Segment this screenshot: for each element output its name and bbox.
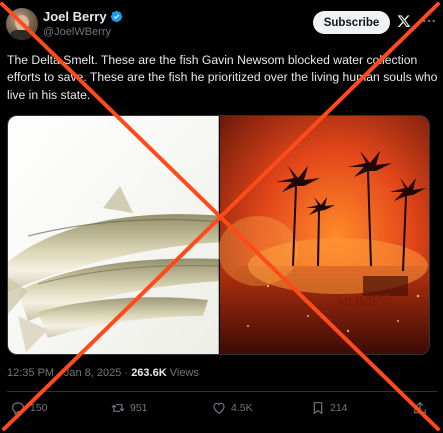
divider [7, 391, 437, 392]
heart-icon [213, 402, 225, 415]
author-handle[interactable]: @JoelWBerry [43, 26, 123, 38]
media-svg: HUMPS [8, 116, 429, 354]
verified-badge-icon [110, 10, 122, 23]
repost-button[interactable]: 951 [110, 400, 148, 416]
avatar-face [15, 15, 29, 31]
share-icon [414, 401, 426, 414]
tweet-date[interactable]: Jan 8, 2025 [64, 367, 122, 379]
action-bar: 150 951 4.5K 214 [0, 400, 443, 422]
repost-count: 951 [130, 402, 148, 414]
views-count: 263.6K [131, 367, 167, 379]
avatar-shirt [9, 30, 35, 40]
share-button[interactable] [412, 400, 428, 416]
tweet-time[interactable]: 12:35 PM [7, 367, 54, 379]
meta-separator: · [57, 367, 61, 379]
author-block: Joel Berry @JoelWBerry [43, 9, 123, 38]
like-count: 4.5K [231, 402, 253, 414]
bookmark-button[interactable]: 214 [310, 400, 348, 416]
reply-button[interactable]: 150 [10, 400, 48, 416]
tweet-text: The Delta Smelt. These are the fish Gavi… [7, 53, 438, 102]
bookmark-icon [313, 402, 323, 415]
author-name-row: Joel Berry [43, 9, 123, 24]
tweet-meta: 12:35 PM · Jan 8, 2025 · 263.6K Views [7, 367, 199, 379]
repost-icon [111, 404, 125, 412]
like-button[interactable]: 4.5K [211, 400, 253, 416]
tweet-header: Joel Berry @JoelWBerry Subscribe [0, 0, 443, 46]
reply-count: 150 [30, 402, 48, 414]
subscribe-button[interactable]: Subscribe [313, 11, 390, 34]
fish-photo [8, 116, 223, 354]
meta-separator-2: · [124, 367, 129, 379]
views-label: Views [169, 367, 199, 379]
avatar[interactable] [6, 8, 38, 40]
reply-icon [12, 402, 24, 416]
wildfire-photo: HUMPS [218, 116, 429, 354]
bookmark-count: 214 [330, 402, 348, 414]
x-logo-icon[interactable] [397, 14, 411, 28]
more-icon[interactable] [420, 13, 438, 29]
tweet-media[interactable]: HUMPS [7, 115, 430, 355]
author-name[interactable]: Joel Berry [43, 9, 107, 24]
